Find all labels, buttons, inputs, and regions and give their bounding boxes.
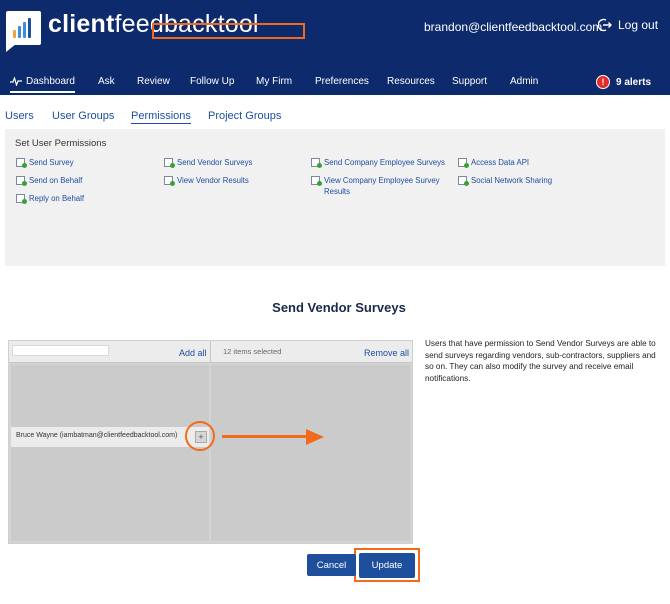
nav-item-my-firm[interactable]: My Firm [256, 76, 292, 87]
permission-icon [311, 158, 322, 168]
perm-label-line-2: Results [324, 187, 350, 196]
perm-access-data-api[interactable]: Access Data API [458, 157, 529, 168]
permissions-panel: Set User Permissions Send Survey Send on… [5, 129, 665, 266]
perm-send-on-behalf[interactable]: Send on Behalf [16, 175, 82, 186]
arrow-head-icon [306, 429, 324, 445]
cancel-button[interactable]: Cancel [307, 554, 356, 576]
logout-icon [598, 18, 612, 32]
app-header: clientfeedbacktool brandon@clientfeedbac… [0, 0, 670, 95]
permission-icon [16, 194, 27, 204]
perm-label-line-1: View Company Employee Survey [324, 176, 440, 185]
perm-label: Send on Behalf [29, 176, 83, 185]
nav-item-review[interactable]: Review [137, 76, 170, 87]
permission-icon [16, 158, 27, 168]
permission-icon [311, 176, 322, 186]
section-title: Send Vendor Surveys [272, 300, 406, 315]
perm-view-company-employee-survey-results[interactable]: View Company Employee Survey Results [311, 175, 440, 197]
brand-bold: client [48, 10, 115, 38]
nav-item-support[interactable]: Support [452, 76, 487, 87]
page: clientfeedbacktool brandon@clientfeedbac… [0, 0, 670, 604]
main-nav: Dashboard Ask Review Follow Up My Firm P… [0, 70, 670, 95]
add-button-highlight [185, 421, 215, 451]
available-users-list[interactable] [11, 365, 209, 541]
items-selected-count: 12 items selected [223, 347, 282, 356]
perm-label: Access Data API [471, 158, 530, 167]
tab-project-groups[interactable]: Project Groups [208, 110, 281, 122]
perm-label: View Vendor Results [177, 176, 249, 185]
permission-icon [164, 176, 175, 186]
tab-users[interactable]: Users [5, 110, 34, 122]
arrow-icon [222, 435, 310, 438]
perm-view-vendor-results[interactable]: View Vendor Results [164, 175, 249, 186]
logout-button[interactable]: Log out [598, 18, 658, 32]
picker-header: Add all 12 items selected Remove all [9, 341, 412, 363]
perm-social-network-sharing[interactable]: Social Network Sharing [458, 175, 552, 186]
selected-permission-highlight [152, 23, 305, 39]
nav-item-preferences[interactable]: Preferences [315, 76, 369, 87]
permission-icon [16, 176, 27, 186]
nav-label-dashboard: Dashboard [26, 76, 75, 87]
alerts-label: 9 alerts [616, 76, 652, 88]
permissions-heading: Set User Permissions [15, 138, 107, 149]
perm-label: Social Network Sharing [471, 176, 553, 185]
alert-icon: ! [596, 75, 610, 89]
perm-send-survey[interactable]: Send Survey [16, 157, 74, 168]
tab-user-groups[interactable]: User Groups [52, 110, 114, 122]
picker-search-input[interactable] [12, 345, 109, 356]
logo-icon [6, 11, 41, 45]
perm-label: Send Vendor Surveys [177, 158, 253, 167]
alerts-button[interactable]: ! 9 alerts [596, 75, 651, 89]
nav-item-ask[interactable]: Ask [98, 76, 115, 87]
perm-label: View Company Employee Survey Results [324, 175, 440, 197]
perm-label: Send Survey [29, 158, 74, 167]
tab-permissions[interactable]: Permissions [131, 110, 191, 124]
update-button[interactable]: Update [359, 553, 415, 578]
add-all-button[interactable]: Add all [179, 348, 207, 358]
permission-icon [458, 158, 469, 168]
nav-item-admin[interactable]: Admin [510, 76, 538, 87]
nav-item-resources[interactable]: Resources [387, 76, 435, 87]
perm-reply-on-behalf[interactable]: Reply on Behalf [16, 193, 84, 204]
sub-tabs: Users User Groups Permissions Project Gr… [0, 110, 670, 128]
perm-label: Reply on Behalf [29, 194, 85, 203]
logo-tail-icon [6, 44, 16, 52]
permission-description: Users that have permission to Send Vendo… [425, 339, 656, 383]
permission-icon [458, 176, 469, 186]
list-item[interactable]: Bruce Wayne (iambatman@clientfeedbacktoo… [11, 427, 209, 447]
remove-all-button[interactable]: Remove all [364, 348, 409, 358]
user-email: brandon@clientfeedbacktool.com [424, 20, 603, 34]
perm-send-vendor-surveys[interactable]: Send Vendor Surveys [164, 157, 252, 168]
user-name: Bruce Wayne (iambatman@clientfeedbacktoo… [16, 432, 178, 439]
permission-icon [164, 158, 175, 168]
selected-users-list[interactable] [211, 365, 410, 541]
perm-send-company-employee-surveys[interactable]: Send Company Employee Surveys [311, 157, 445, 168]
nav-item-follow-up[interactable]: Follow Up [190, 76, 234, 87]
nav-item-dashboard[interactable]: Dashboard [10, 76, 75, 93]
perm-label: Send Company Employee Surveys [324, 158, 445, 167]
logout-label: Log out [618, 18, 659, 32]
pulse-icon [10, 77, 22, 86]
picker-divider [210, 341, 211, 363]
